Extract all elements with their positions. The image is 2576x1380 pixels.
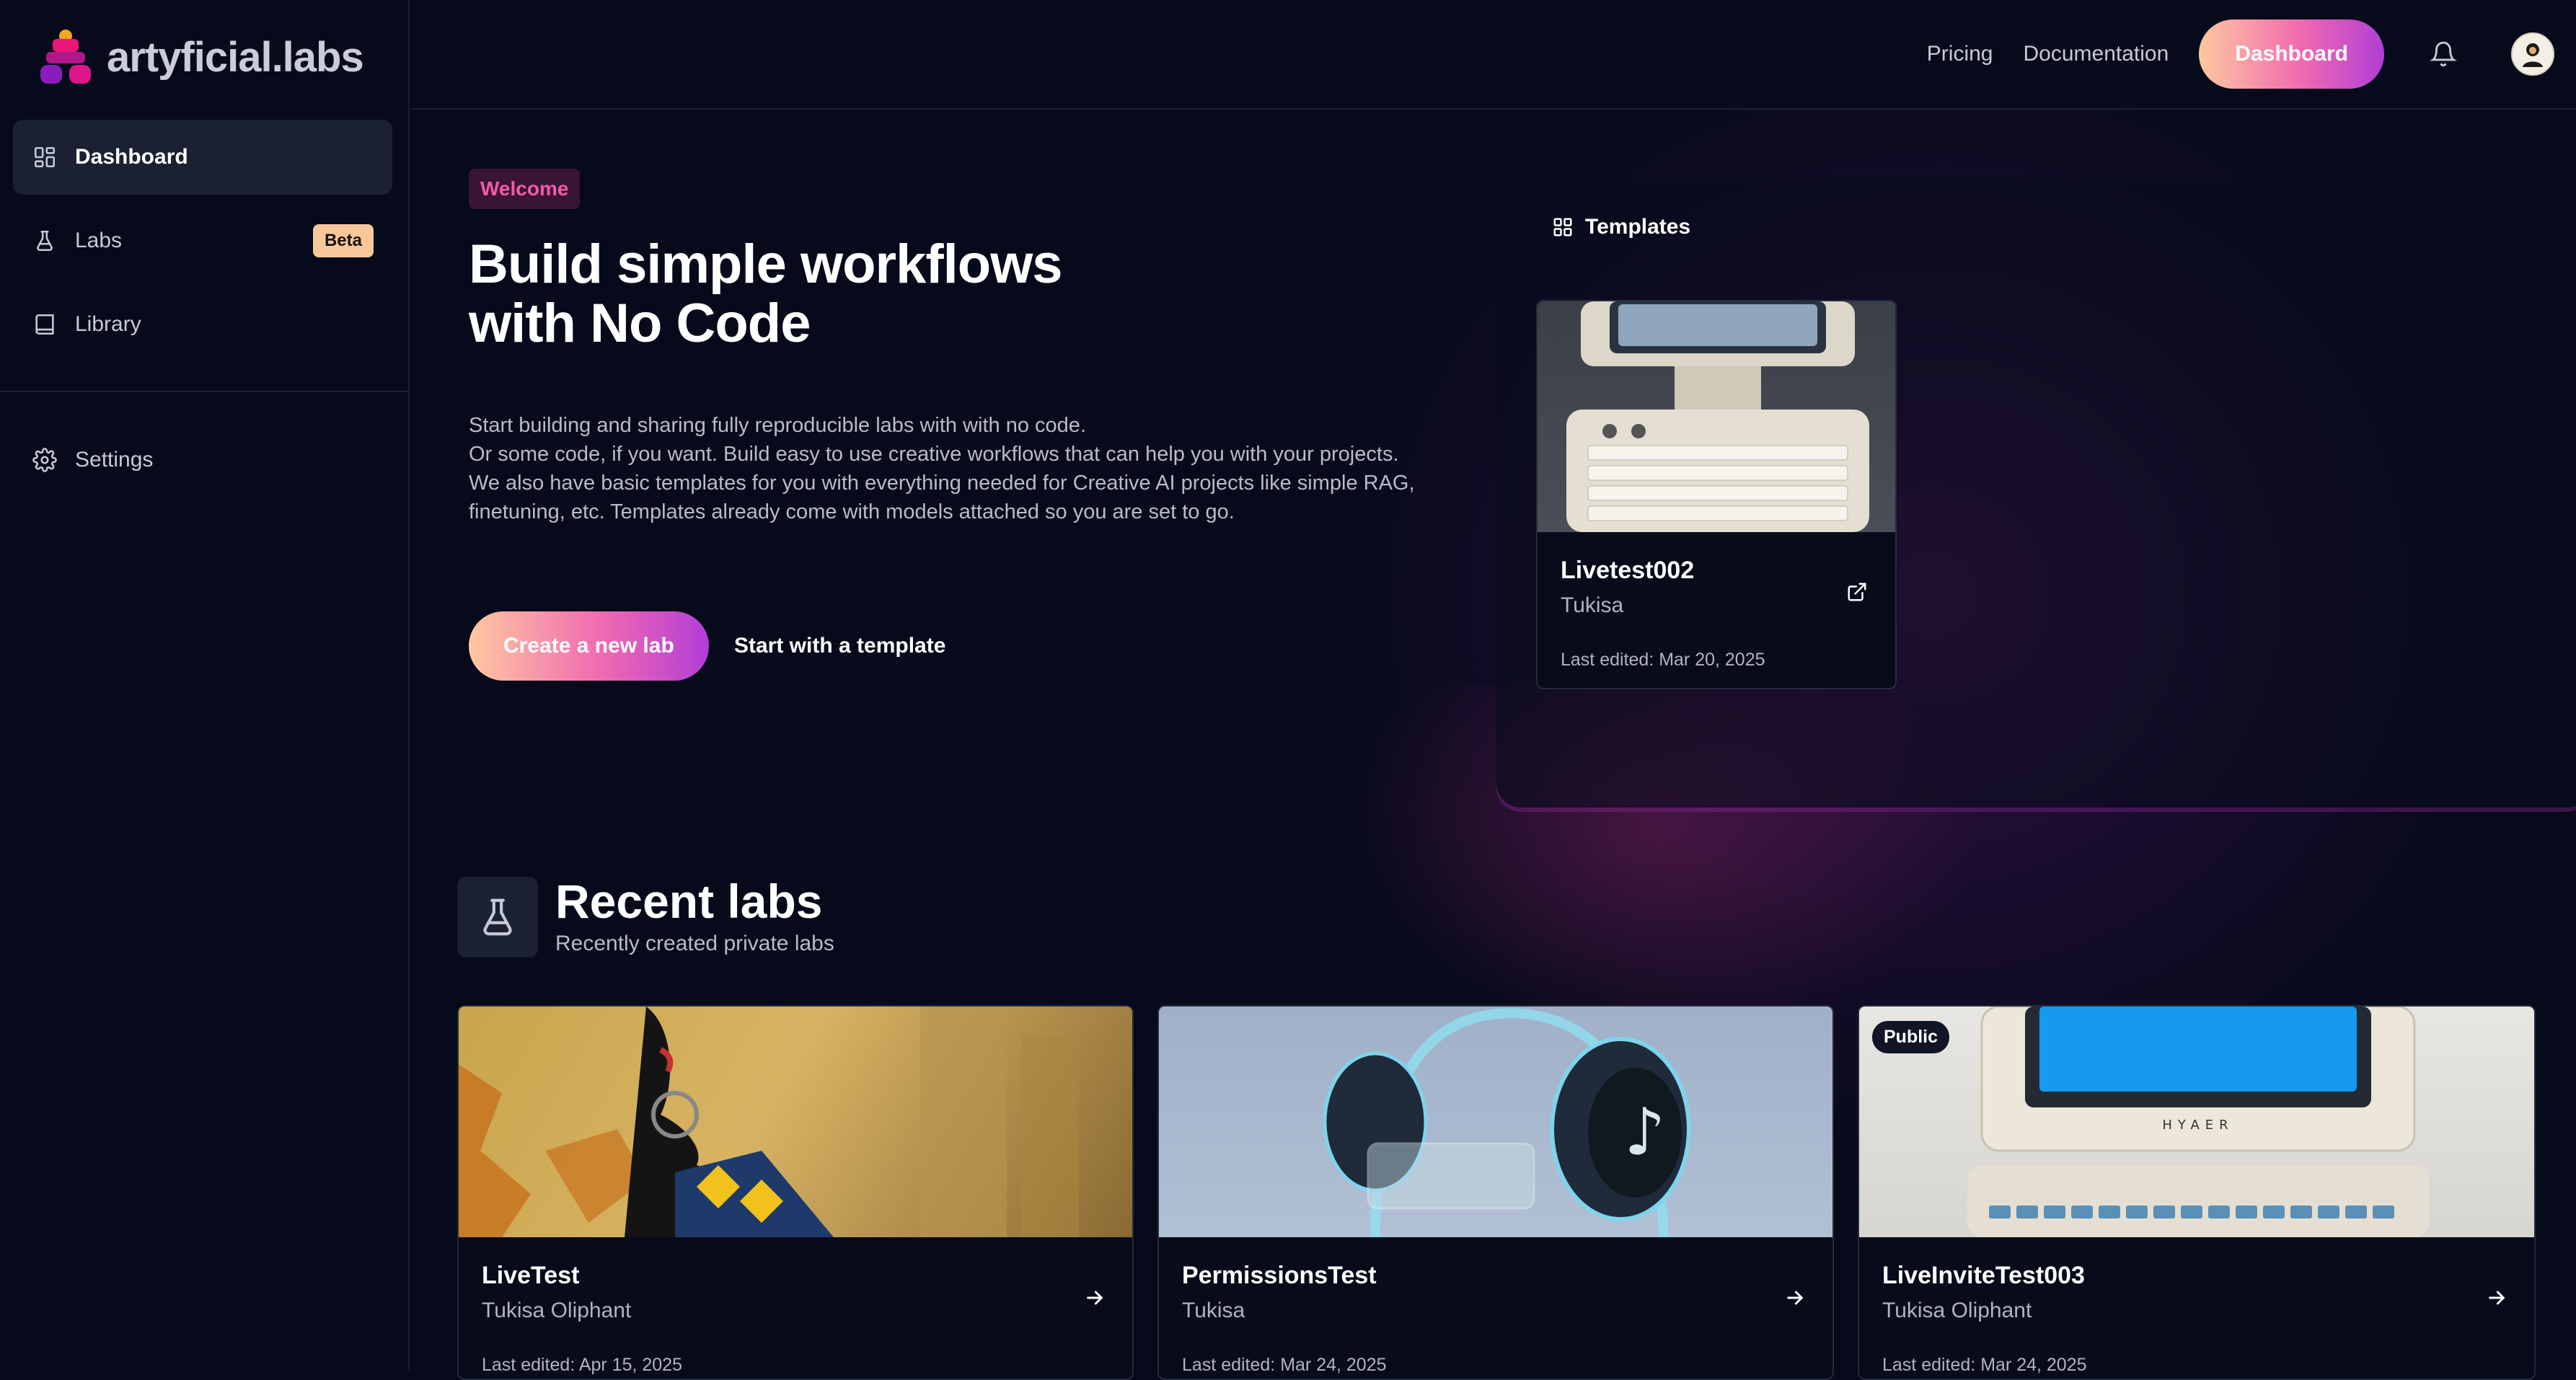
sidebar-divider <box>0 391 408 392</box>
recent-labs-title: Recent labs <box>555 875 823 928</box>
lab-thumbnail: HYAER <box>1859 1007 2534 1237</box>
lab-card-date: Last edited: Mar 24, 2025 <box>1882 1355 2087 1375</box>
sidebar-item-dashboard[interactable]: Dashboard <box>13 120 392 195</box>
public-badge: Public <box>1872 1021 1950 1053</box>
brand-name: artyficial.labs <box>107 33 364 81</box>
dashboard-grid-icon <box>32 144 58 170</box>
template-card[interactable]: Livetest002 Tukisa Last edited: Mar 20, … <box>1536 300 1897 689</box>
brand-logo[interactable]: artyficial.labs <box>35 26 364 88</box>
template-card-author: Tukisa <box>1561 593 1624 617</box>
templates-grid-icon <box>1552 216 1574 238</box>
hero-desc-line: Or some code, if you want. Build easy to… <box>469 443 1399 466</box>
lab-card[interactable]: LiveTest Tukisa Oliphant Last edited: Ap… <box>457 1005 1134 1380</box>
lab-card-body: LiveTest Tukisa Oliphant Last edited: Ap… <box>459 1262 1132 1376</box>
template-thumbnail <box>1538 301 1895 532</box>
welcome-badge: Welcome <box>469 169 581 209</box>
templates-heading: Templates <box>1552 215 1690 239</box>
sidebar-item-label: Dashboard <box>75 145 188 169</box>
template-card-body: Livetest002 Tukisa Last edited: Mar 20, … <box>1538 557 1895 671</box>
sidebar-item-label: Labs <box>75 229 123 252</box>
templates-heading-label: Templates <box>1585 215 1691 239</box>
lab-card-body: LiveInviteTest003 Tukisa Oliphant Last e… <box>1859 1262 2534 1376</box>
external-link-icon[interactable] <box>1846 581 1871 606</box>
beta-badge: Beta <box>312 224 374 257</box>
flask-icon <box>32 228 58 254</box>
start-template-button[interactable]: Start with a template <box>734 611 945 681</box>
sidebar-item-settings[interactable]: Settings <box>13 423 392 497</box>
arrow-right-icon[interactable] <box>1783 1286 1808 1311</box>
lab-card-date: Last edited: Mar 24, 2025 <box>1182 1355 1387 1375</box>
logo-icon <box>35 26 97 88</box>
lab-card-body: PermissionsTest Tukisa Last edited: Mar … <box>1159 1262 1832 1376</box>
sidebar-item-library[interactable]: Library <box>13 287 392 362</box>
hero-desc-line: We also have basic templates for you wit… <box>469 472 1415 495</box>
dashboard-button[interactable]: Dashboard <box>2199 19 2384 89</box>
sidebar-item-label: Library <box>75 312 141 336</box>
lab-card-title: LiveTest <box>482 1262 580 1289</box>
lab-thumbnail <box>459 1007 1132 1237</box>
hero-title: Build simple workflows with No Code <box>469 235 1190 353</box>
sidebar-nav-secondary: Settings <box>13 423 392 506</box>
documentation-link[interactable]: Documentation <box>2024 42 2169 66</box>
top-navbar: Pricing Documentation Dashboard <box>411 0 2576 110</box>
hero-description: Start building and sharing fully reprodu… <box>469 411 1450 526</box>
bell-icon[interactable] <box>2427 38 2459 70</box>
book-icon <box>32 311 58 337</box>
create-lab-button[interactable]: Create a new lab <box>469 611 709 681</box>
lab-card-title: PermissionsTest <box>1182 1262 1377 1289</box>
gear-icon <box>32 447 58 473</box>
lab-card-author: Tukisa <box>1182 1299 1245 1322</box>
template-card-date: Last edited: Mar 20, 2025 <box>1561 650 1765 670</box>
flask-icon <box>457 877 538 957</box>
lab-card[interactable]: ♪ PermissionsTest Tukisa Last edited: Ma… <box>1157 1005 1834 1380</box>
hero-title-line1: Build simple workflows <box>469 234 1063 295</box>
lab-card-author: Tukisa Oliphant <box>1882 1299 2032 1322</box>
hero-title-line2: with No Code <box>469 293 811 354</box>
template-card-title: Livetest002 <box>1561 557 1695 584</box>
user-avatar[interactable] <box>2511 32 2554 76</box>
lab-thumbnail: ♪ <box>1159 1007 1832 1237</box>
lab-card-author: Tukisa Oliphant <box>482 1299 632 1322</box>
hero-desc-line: finetuning, etc. Templates already come … <box>469 500 1235 523</box>
arrow-right-icon[interactable] <box>1083 1286 1108 1311</box>
device-brand-label: HYAER <box>2162 1118 2233 1133</box>
lab-card-title: LiveInviteTest003 <box>1882 1262 2085 1289</box>
lab-card-date: Last edited: Apr 15, 2025 <box>482 1355 682 1375</box>
svg-text:♪: ♪ <box>1624 1094 1665 1170</box>
lab-card[interactable]: Public HYAER LiveInviteTest003 Tukisa Ol… <box>1858 1005 2536 1380</box>
pricing-link[interactable]: Pricing <box>1927 42 1993 66</box>
arrow-right-icon[interactable] <box>2485 1286 2510 1311</box>
sidebar-item-labs[interactable]: Labs Beta <box>13 203 392 278</box>
recent-labs-subtitle: Recently created private labs <box>555 932 834 955</box>
sidebar: artyficial.labs Dashboard Labs Beta Libr… <box>0 0 410 1371</box>
hero-desc-line: Start building and sharing fully reprodu… <box>469 414 1086 437</box>
sidebar-nav: Dashboard Labs Beta Library <box>13 120 392 371</box>
sidebar-item-label: Settings <box>75 448 154 472</box>
